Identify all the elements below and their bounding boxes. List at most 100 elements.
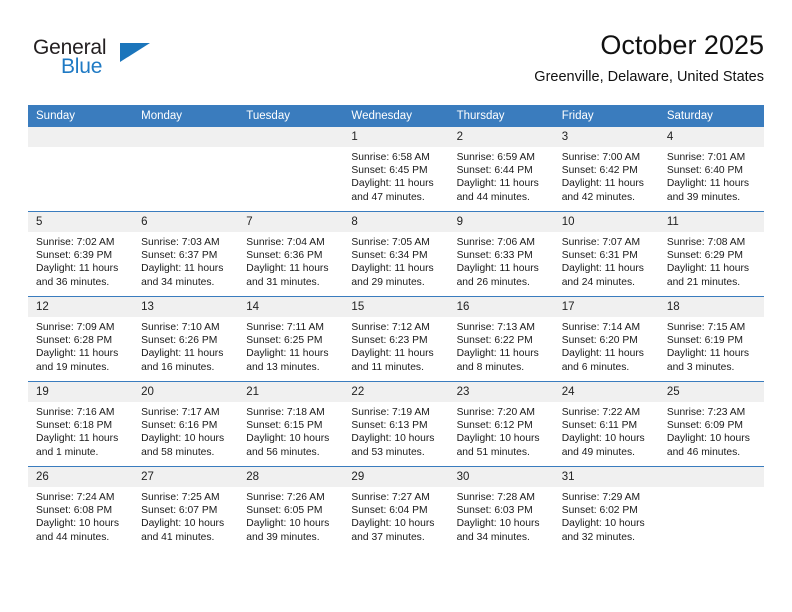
weekday-header-thursday: Thursday	[448, 105, 554, 127]
sunset-time: Sunset: 6:09 PM	[666, 420, 743, 432]
sunrise-time: Sunrise: 7:16 AM	[36, 407, 115, 418]
day-cell[interactable]: 7 Sunrise: 7:04 AM Sunset: 6:36 PM Daylight…	[238, 211, 344, 297]
daylight-duration-line1: Daylight: 11 hours	[666, 263, 750, 275]
day-number: 13	[133, 297, 239, 317]
day-cell[interactable]: 14 Sunrise: 7:11 AM Sunset: 6:25 PM Dayligh…	[238, 296, 344, 382]
daylight-duration-line2: and 42 minutes.	[561, 191, 635, 203]
daylight-duration-line1: Daylight: 11 hours	[561, 348, 644, 360]
day-cell[interactable]: 26 Sunrise: 7:24 AM Sunset: 6:08 PM Dayligh…	[28, 466, 134, 551]
daylight-duration-line2: and 24 minutes.	[561, 276, 635, 288]
day-number	[28, 127, 134, 147]
sunset-time: Sunset: 6:45 PM	[351, 165, 428, 177]
weekday-header-monday: Monday	[133, 105, 239, 127]
day-cell[interactable]: 12 Sunrise: 7:09 AM Sunset: 6:28 PM Dayligh…	[28, 296, 134, 382]
day-details: Sunrise: 7:13 AM Sunset: 6:22 PM Daylight:…	[449, 317, 554, 374]
day-number: 2	[448, 127, 554, 147]
day-cell[interactable]: 8 Sunrise: 7:05 AM Sunset: 6:34 PM Daylight…	[343, 211, 449, 297]
day-cell[interactable]: 10 Sunrise: 7:07 AM Sunset: 6:31 PM Dayligh…	[553, 211, 659, 297]
sunset-time: Sunset: 6:16 PM	[141, 420, 218, 432]
day-details: Sunrise: 7:29 AM Sunset: 6:02 PM Daylight:…	[554, 487, 659, 544]
daylight-duration-line2: and 26 minutes.	[456, 276, 530, 288]
day-number: 4	[658, 127, 764, 147]
day-cell[interactable]: 28 Sunrise: 7:26 AM Sunset: 6:05 PM Dayligh…	[238, 466, 344, 551]
day-details: Sunrise: 7:06 AM Sunset: 6:33 PM Daylight:…	[449, 232, 554, 289]
sunset-time: Sunset: 6:42 PM	[561, 165, 638, 177]
daylight-duration-line1: Daylight: 11 hours	[246, 263, 329, 275]
day-cell[interactable]: 19 Sunrise: 7:16 AM Sunset: 6:18 PM Dayligh…	[28, 381, 134, 467]
sunset-time: Sunset: 6:26 PM	[141, 335, 218, 347]
day-cell[interactable]: 11 Sunrise: 7:08 AM Sunset: 6:29 PM Dayligh…	[658, 211, 764, 297]
sunrise-time: Sunrise: 7:17 AM	[141, 407, 220, 418]
sunset-time: Sunset: 6:15 PM	[246, 420, 323, 432]
day-cell[interactable]: 18 Sunrise: 7:15 AM Sunset: 6:19 PM Dayligh…	[658, 296, 764, 382]
day-cell[interactable]: 6 Sunrise: 7:03 AM Sunset: 6:37 PM Daylight…	[133, 211, 239, 297]
calendar-header-row: Sunday Monday Tuesday Wednesday Thursday…	[28, 105, 764, 127]
sunrise-time: Sunrise: 7:23 AM	[666, 407, 746, 418]
day-cell-empty	[133, 127, 239, 212]
day-details: Sunrise: 7:07 AM Sunset: 6:31 PM Daylight:…	[554, 232, 659, 289]
day-number: 10	[553, 212, 659, 232]
sunrise-time: Sunrise: 7:01 AM	[666, 152, 746, 163]
day-cell-empty	[28, 127, 134, 212]
daylight-duration-line2: and 21 minutes.	[666, 276, 741, 288]
calendar-week-row: 26 Sunrise: 7:24 AM Sunset: 6:08 PM Dayligh…	[28, 466, 764, 551]
day-details: Sunrise: 7:10 AM Sunset: 6:26 PM Daylight:…	[133, 317, 238, 374]
daylight-duration-line1: Daylight: 10 hours	[36, 518, 119, 530]
day-details: Sunrise: 7:14 AM Sunset: 6:20 PM Daylight:…	[554, 317, 659, 374]
day-cell[interactable]: 17 Sunrise: 7:14 AM Sunset: 6:20 PM Dayligh…	[553, 296, 659, 382]
day-cell[interactable]: 20 Sunrise: 7:17 AM Sunset: 6:16 PM Dayligh…	[133, 381, 239, 467]
day-details: Sunrise: 7:18 AM Sunset: 6:15 PM Daylight:…	[238, 402, 343, 459]
day-number: 21	[238, 382, 344, 402]
daylight-duration-line2: and 31 minutes.	[246, 276, 320, 288]
sunset-time: Sunset: 6:07 PM	[141, 505, 218, 517]
sunrise-time: Sunrise: 6:58 AM	[351, 152, 430, 163]
daylight-duration-line2: and 34 minutes.	[456, 531, 530, 543]
day-cell[interactable]: 1 Sunrise: 6:58 AM Sunset: 6:45 PM Daylight…	[343, 127, 449, 212]
day-cell[interactable]: 15 Sunrise: 7:12 AM Sunset: 6:23 PM Dayligh…	[343, 296, 449, 382]
day-cell[interactable]: 2 Sunrise: 6:59 AM Sunset: 6:44 PM Daylight…	[448, 127, 554, 212]
day-number: 28	[238, 467, 344, 487]
day-cell[interactable]: 29 Sunrise: 7:27 AM Sunset: 6:04 PM Dayligh…	[343, 466, 449, 551]
day-cell[interactable]: 31 Sunrise: 7:29 AM Sunset: 6:02 PM Dayligh…	[553, 466, 659, 551]
day-cell[interactable]: 25 Sunrise: 7:23 AM Sunset: 6:09 PM Dayligh…	[658, 381, 764, 467]
day-cell[interactable]: 9 Sunrise: 7:06 AM Sunset: 6:33 PM Daylight…	[448, 211, 554, 297]
sunset-time: Sunset: 6:04 PM	[351, 505, 428, 517]
day-cell[interactable]: 22 Sunrise: 7:19 AM Sunset: 6:13 PM Dayligh…	[343, 381, 449, 467]
calendar-week-row: 1 Sunrise: 6:58 AM Sunset: 6:45 PM Daylight…	[28, 127, 764, 212]
day-details: Sunrise: 7:23 AM Sunset: 6:09 PM Daylight:…	[659, 402, 764, 459]
daylight-duration-line1: Daylight: 10 hours	[561, 433, 645, 445]
daylight-duration-line1: Daylight: 11 hours	[561, 178, 644, 190]
day-cell[interactable]: 3 Sunrise: 7:00 AM Sunset: 6:42 PM Daylight…	[553, 127, 659, 212]
day-details: Sunrise: 7:12 AM Sunset: 6:23 PM Daylight:…	[343, 317, 448, 374]
page-header: General Blue October 2025 Greenville, De…	[28, 28, 764, 96]
sunrise-time: Sunrise: 7:12 AM	[351, 322, 430, 333]
daylight-duration-line1: Daylight: 10 hours	[351, 518, 435, 530]
sunset-time: Sunset: 6:22 PM	[456, 335, 533, 347]
sunset-time: Sunset: 6:23 PM	[351, 335, 428, 347]
sunrise-time: Sunrise: 7:08 AM	[666, 237, 746, 248]
daylight-duration-line1: Daylight: 10 hours	[351, 433, 435, 445]
daylight-duration-line1: Daylight: 11 hours	[351, 178, 434, 190]
day-details: Sunrise: 7:20 AM Sunset: 6:12 PM Daylight:…	[449, 402, 554, 459]
sunrise-time: Sunrise: 7:11 AM	[246, 322, 324, 333]
daylight-duration-line2: and 34 minutes.	[141, 276, 215, 288]
day-cell[interactable]: 21 Sunrise: 7:18 AM Sunset: 6:15 PM Dayligh…	[238, 381, 344, 467]
day-cell[interactable]: 30 Sunrise: 7:28 AM Sunset: 6:03 PM Dayligh…	[448, 466, 554, 551]
sunrise-time: Sunrise: 7:00 AM	[561, 152, 641, 163]
day-number: 31	[553, 467, 659, 487]
day-cell[interactable]: 27 Sunrise: 7:25 AM Sunset: 6:07 PM Dayligh…	[133, 466, 239, 551]
day-cell[interactable]: 13 Sunrise: 7:10 AM Sunset: 6:26 PM Dayligh…	[133, 296, 239, 382]
daylight-duration-line2: and 44 minutes.	[36, 531, 110, 543]
day-number	[658, 467, 764, 487]
daylight-duration-line2: and 3 minutes.	[666, 361, 735, 373]
day-cell[interactable]: 5 Sunrise: 7:02 AM Sunset: 6:39 PM Daylight…	[28, 211, 134, 297]
daylight-duration-line2: and 13 minutes.	[246, 361, 320, 373]
daylight-duration-line2: and 11 minutes.	[351, 361, 424, 373]
weekday-header-sunday: Sunday	[28, 105, 134, 127]
sunset-time: Sunset: 6:11 PM	[561, 420, 638, 432]
logo-triangle-icon	[120, 43, 150, 62]
day-cell[interactable]: 23 Sunrise: 7:20 AM Sunset: 6:12 PM Dayligh…	[448, 381, 554, 467]
day-cell[interactable]: 4 Sunrise: 7:01 AM Sunset: 6:40 PM Daylight…	[658, 127, 764, 212]
day-cell[interactable]: 24 Sunrise: 7:22 AM Sunset: 6:11 PM Dayligh…	[553, 381, 659, 467]
day-cell[interactable]: 16 Sunrise: 7:13 AM Sunset: 6:22 PM Dayligh…	[448, 296, 554, 382]
